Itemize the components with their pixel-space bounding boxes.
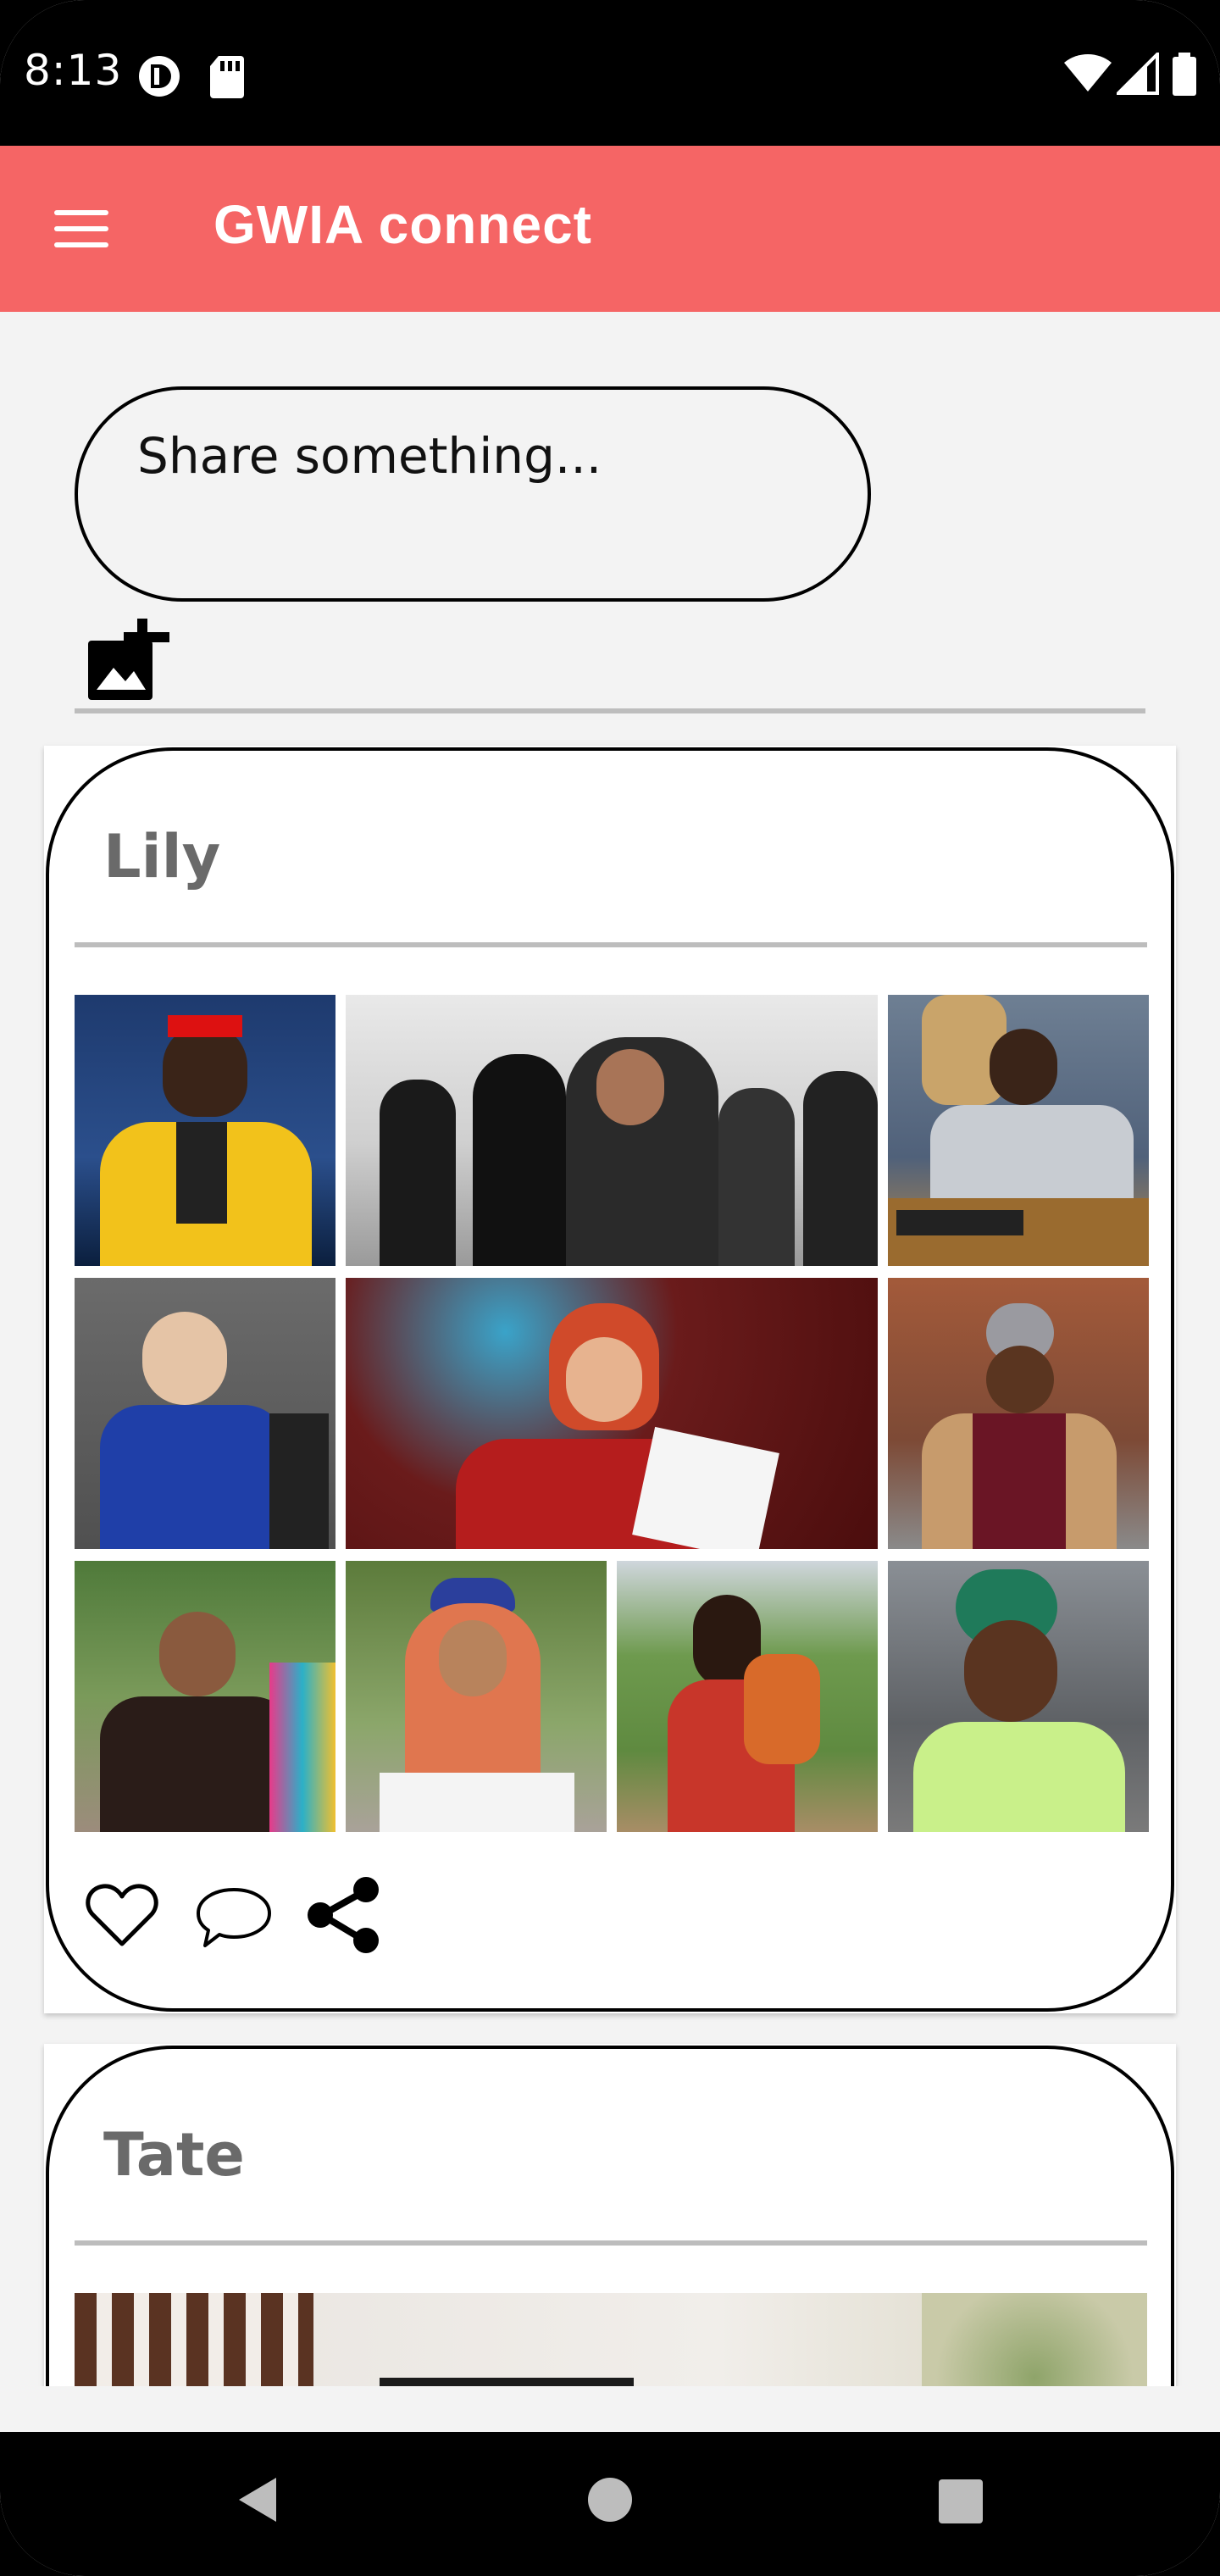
photo-figure <box>718 1088 795 1266</box>
photo-figure <box>930 1105 1134 1207</box>
photo-figure <box>473 1054 566 1266</box>
app-title: GWIA connect <box>214 194 592 255</box>
post-card: Tate <box>44 2044 1176 2386</box>
composer-divider <box>75 708 1145 713</box>
post-photo[interactable] <box>888 1561 1149 1832</box>
photo-nameplate <box>896 1210 1023 1235</box>
photo-shirt <box>913 1722 1125 1832</box>
post-photo[interactable] <box>75 2293 1147 2386</box>
photo-figure <box>803 1071 878 1266</box>
share-placeholder: Share something... <box>137 427 602 485</box>
photo-face <box>439 1620 507 1696</box>
wifi-icon <box>1064 53 1112 92</box>
cell-signal-icon <box>1117 53 1159 95</box>
app-screen: 8:13 GWIA connect Share something... Lil… <box>0 0 1220 2576</box>
recents-button[interactable] <box>935 2476 986 2527</box>
post-photo[interactable] <box>75 1278 336 1549</box>
battery-icon <box>1173 53 1196 96</box>
photo-figure <box>100 1405 286 1549</box>
hamburger-menu-icon <box>54 210 108 215</box>
photo-face <box>986 1346 1054 1413</box>
add-photo-button[interactable] <box>85 615 173 703</box>
share-input[interactable]: Share something... <box>75 386 871 602</box>
post-photo[interactable] <box>888 995 1149 1266</box>
photo-mural <box>269 1663 336 1832</box>
photo-figure <box>380 1080 456 1266</box>
photo-face <box>159 1612 236 1696</box>
post-viewport: Tate <box>0 2037 1220 2386</box>
photo-figure <box>163 1024 247 1117</box>
photo-face <box>990 1029 1057 1105</box>
post-divider <box>75 942 1147 947</box>
post-divider <box>75 2240 1147 2246</box>
post-author: Lily <box>103 822 221 891</box>
photo-face <box>964 1620 1057 1722</box>
photo-top <box>973 1413 1066 1549</box>
photo-face <box>566 1337 642 1422</box>
app-bar: GWIA connect <box>0 146 1220 312</box>
post-card: Lily <box>44 746 1176 2013</box>
home-button[interactable] <box>585 2474 635 2525</box>
photo-palm <box>922 2293 1147 2386</box>
photo-baby <box>744 1654 820 1764</box>
status-bar: 8:13 <box>0 0 1220 146</box>
home-icon <box>588 2478 632 2522</box>
hamburger-line <box>54 242 108 247</box>
hamburger-line <box>54 226 108 231</box>
menu-button[interactable] <box>37 188 119 269</box>
post-photo[interactable] <box>75 995 336 1266</box>
heart-icon <box>86 1884 158 1946</box>
photo-face <box>142 1312 227 1405</box>
post-photo[interactable] <box>617 1561 878 1832</box>
photo-podium <box>176 1122 227 1224</box>
recents-icon <box>939 2479 983 2523</box>
photo-building <box>75 2293 313 2386</box>
post-photo[interactable] <box>75 1561 336 1832</box>
add-photo-icon <box>88 619 169 700</box>
like-button[interactable] <box>81 1874 163 1956</box>
status-time: 8:13 <box>24 46 123 95</box>
post-author: Tate <box>103 2120 245 2190</box>
navigation-bar <box>0 2432 1220 2576</box>
post-photo[interactable] <box>346 1561 607 1832</box>
data-saver-icon <box>139 56 180 97</box>
photo-wheelchair <box>269 1413 329 1549</box>
photo-headband <box>168 1015 242 1037</box>
comment-button[interactable] <box>193 1878 274 1954</box>
back-icon <box>239 2478 276 2522</box>
post-photo[interactable] <box>888 1278 1149 1549</box>
comment-icon <box>197 1888 271 1947</box>
sd-card-icon <box>210 56 244 98</box>
share-button[interactable] <box>302 1873 386 1957</box>
share-icon <box>308 1877 379 1953</box>
back-button[interactable] <box>225 2466 286 2534</box>
photo-roof <box>380 2378 634 2386</box>
photo-paper <box>632 1426 779 1549</box>
post-photo[interactable] <box>346 995 878 1266</box>
post-photo[interactable] <box>346 1278 878 1549</box>
photo-shirt <box>380 1773 574 1832</box>
photo-face <box>596 1049 664 1125</box>
photo-figure <box>100 1696 295 1832</box>
